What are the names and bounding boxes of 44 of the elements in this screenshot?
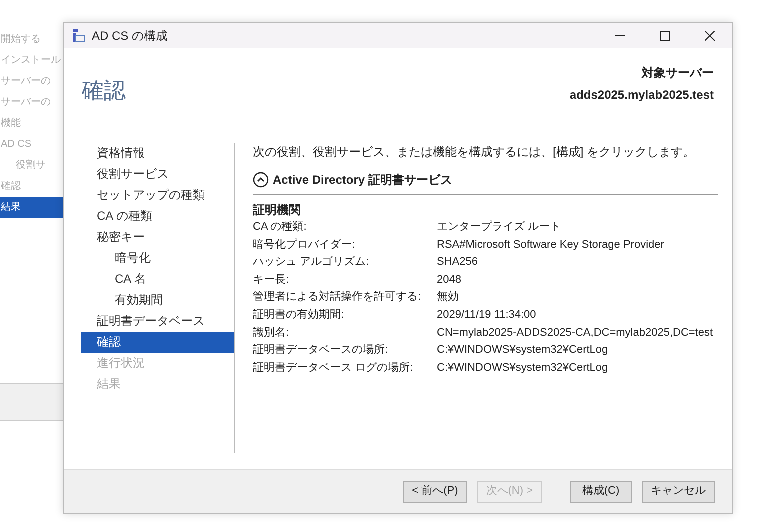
- detail-value: RSA#Microsoft Software Key Storage Provider: [437, 238, 664, 253]
- detail-value: CN=mylab2025-ADDS2025-CA,DC=mylab2025,DC=test: [437, 326, 714, 341]
- detail-value: 2048: [437, 272, 462, 288]
- wizard-step[interactable]: 有効期間: [81, 290, 234, 311]
- section-title: Active Directory 証明書サービス: [273, 172, 452, 189]
- panel-background: [0, 383, 63, 421]
- wizard-button[interactable]: 構成(C): [570, 480, 632, 502]
- detail-value: エンタープライズ ルート: [437, 220, 562, 235]
- app-icon: [72, 28, 86, 42]
- page-title: 確認: [82, 77, 126, 105]
- wizard-step[interactable]: 暗号化: [81, 248, 234, 269]
- wizard-button[interactable]: キャンセル: [642, 480, 715, 502]
- target-server-label: 対象サーバー: [640, 65, 714, 82]
- wizard-step[interactable]: 証明書データベース: [81, 311, 234, 332]
- wizard-step[interactable]: 秘密キー: [81, 227, 234, 248]
- detail-value: SHA256: [437, 255, 478, 270]
- target-server-name: adds2025.mylab2025.test: [570, 87, 714, 104]
- window-title: AD CS の構成: [92, 28, 170, 44]
- detail-label: 証明書の有効期間:: [253, 308, 346, 323]
- detail-value: C:¥WINDOWS¥system32¥CertLog: [437, 360, 608, 376]
- wizard-step[interactable]: 確認: [81, 332, 234, 353]
- detail-value: 2029/11/19 11:34:00: [437, 308, 536, 323]
- detail-label: CA の種類:: [253, 220, 308, 235]
- instruction-text: 次の役割、役割サービス、または機能を構成するには、[構成] をクリックします。: [253, 144, 696, 161]
- wizard-button[interactable]: < 前へ(P): [403, 480, 468, 502]
- detail-label: 証明書データベースの場所:: [253, 343, 390, 358]
- detail-label: ハッシュ アルゴリズム:: [253, 255, 370, 270]
- detail-label: 暗号化プロバイダー:: [253, 238, 356, 253]
- wizard-step[interactable]: CA の種類: [81, 206, 234, 227]
- wizard-step[interactable]: 結果: [0, 197, 63, 218]
- detail-label: キー長:: [253, 272, 290, 288]
- detail-label: 証明書データベース ログの場所:: [253, 360, 414, 376]
- wizard-step[interactable]: セットアップの種類: [81, 185, 234, 206]
- wizard-step[interactable]: CA 名: [81, 269, 234, 290]
- collapse-icon[interactable]: [253, 172, 269, 188]
- wizard-step[interactable]: 役割サービス: [81, 164, 234, 185]
- maximize-icon[interactable]: [660, 30, 670, 40]
- wizard-step[interactable]: 資格情報: [81, 143, 234, 164]
- group-title: 証明機関: [253, 202, 302, 219]
- detail-label: 管理者による対話操作を許可する:: [253, 290, 422, 306]
- detail-label: 識別名:: [253, 326, 290, 341]
- detail-value: 無効: [437, 290, 459, 306]
- detail-value: C:¥WINDOWS¥system32¥CertLog: [437, 343, 608, 358]
- close-icon[interactable]: [704, 30, 714, 40]
